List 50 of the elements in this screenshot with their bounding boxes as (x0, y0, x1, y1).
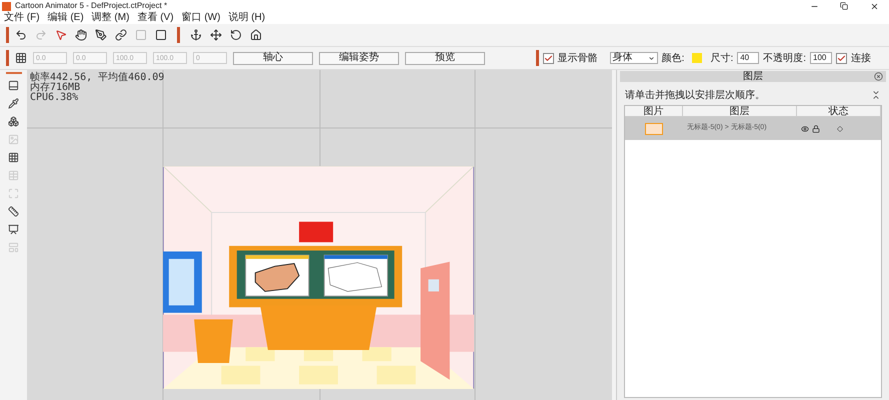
panel-title: 图层 (743, 72, 763, 82)
app-logo-icon (2, 2, 11, 10)
anchor-icon[interactable] (188, 27, 204, 43)
panel-icon[interactable] (6, 79, 20, 92)
menu-item[interactable]: 文件 (F) (0, 13, 44, 23)
link-icon[interactable] (113, 27, 129, 43)
color-label: 颜色: (662, 52, 684, 66)
square-icon[interactable] (153, 27, 169, 43)
size-field[interactable]: 40 (737, 52, 760, 64)
window-title: Cartoon Animator 5 - DefProject.ctProject * (15, 2, 168, 10)
stats-text: 帧率442.56, 平均值460.09 (30, 73, 164, 83)
menu-item[interactable]: 说明 (H) (224, 13, 270, 23)
move-icon[interactable] (208, 27, 224, 43)
checkbox[interactable] (836, 52, 847, 64)
collapse-icon[interactable] (871, 90, 881, 100)
grid-icon[interactable] (15, 52, 27, 64)
eye-icon[interactable] (801, 124, 809, 132)
diamond-icon[interactable] (837, 126, 843, 132)
stats-text: CPU6.38% (30, 93, 80, 103)
stats-text: 内存716MB (30, 83, 82, 93)
part-dropdown[interactable]: 身体 (610, 52, 658, 64)
toolbar-button[interactable]: 编辑姿势 (319, 52, 399, 64)
restore-icon[interactable] (840, 2, 848, 10)
hand-icon[interactable] (73, 27, 89, 43)
opacity-field[interactable]: 100 (810, 52, 832, 64)
house-icon[interactable] (248, 27, 264, 43)
menu-item[interactable]: 调整 (M) (88, 13, 134, 23)
lock-icon[interactable] (812, 124, 820, 132)
menu-item[interactable]: 窗口 (W) (178, 13, 224, 23)
pipette-icon[interactable] (6, 97, 20, 110)
toolbar-button[interactable]: 预览 (405, 52, 485, 64)
checkbox-label: 连接 (851, 52, 871, 66)
caret-icon (648, 54, 655, 62)
size-label: 尺寸: (710, 52, 734, 66)
menu-item[interactable]: 编辑 (E) (44, 13, 88, 23)
opacity-label: 不透明度: (763, 52, 806, 66)
rotate-icon[interactable] (228, 27, 244, 43)
screen-icon[interactable] (6, 223, 20, 236)
ruler-icon[interactable] (6, 205, 20, 218)
menu-item[interactable]: 查看 (V) (133, 13, 178, 23)
hint-text: 请单击并拖拽以安排层次顺序。 (625, 88, 765, 102)
toolbar-button[interactable]: 轴心 (233, 52, 313, 64)
checkbox-label: 显示骨骼 (558, 52, 598, 66)
color-swatch[interactable] (692, 53, 702, 63)
checkbox[interactable] (542, 52, 554, 64)
close-icon[interactable] (870, 2, 878, 10)
pen-icon[interactable] (93, 27, 109, 43)
grid-icon[interactable] (6, 151, 20, 164)
layer-thumbnail (645, 122, 663, 134)
boxes-icon[interactable] (6, 115, 20, 128)
